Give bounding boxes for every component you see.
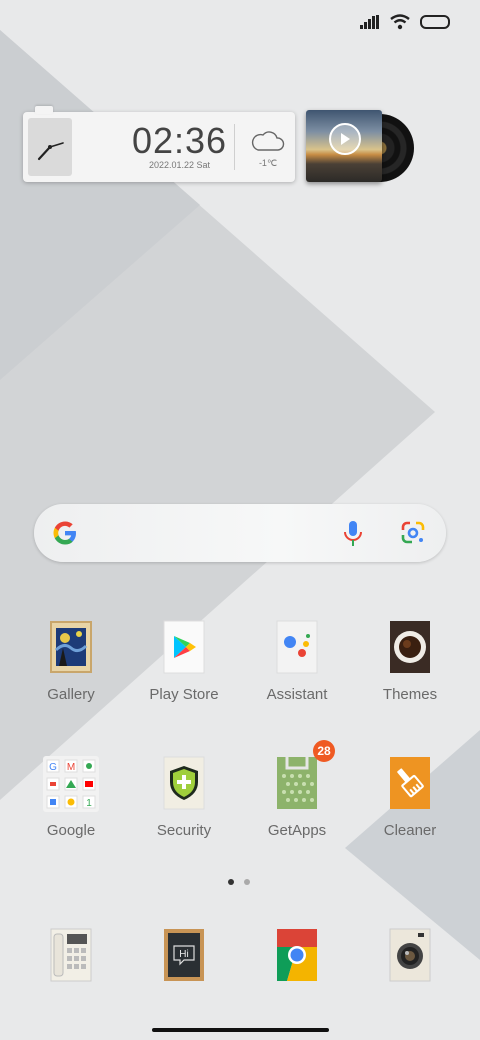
play-button[interactable] — [329, 123, 361, 155]
dock-messages[interactable]: Hi — [128, 928, 240, 982]
weather-temperature: -1℃ — [258, 158, 278, 168]
cloud-icon — [251, 131, 285, 151]
svg-text:M: M — [67, 762, 75, 773]
status-bar — [360, 14, 450, 30]
app-assistant[interactable]: Assistant — [241, 620, 353, 703]
app-label: Security — [156, 822, 212, 839]
play-store-icon — [162, 620, 206, 674]
app-label: Themes — [382, 686, 438, 703]
app-themes[interactable]: Themes — [354, 620, 466, 703]
messages-icon: Hi — [162, 928, 206, 982]
app-play-store[interactable]: Play Store — [128, 620, 240, 703]
music-widget[interactable] — [306, 110, 416, 186]
dock-phone[interactable] — [15, 928, 127, 982]
clock-time: 02:36 — [131, 120, 228, 161]
dock-camera[interactable] — [354, 928, 466, 982]
clock-widget-tab — [35, 106, 53, 114]
analog-clock — [28, 118, 72, 176]
widget-divider — [234, 124, 235, 170]
microphone-icon[interactable] — [343, 520, 363, 548]
app-label: Gallery — [47, 686, 95, 703]
google-search-bar[interactable] — [34, 504, 446, 562]
page-dot-1 — [228, 879, 234, 885]
chrome-icon — [275, 928, 319, 982]
cleaner-icon — [388, 756, 432, 810]
wifi-icon — [390, 14, 410, 30]
app-label: GetApps — [267, 822, 327, 839]
dock-chrome[interactable] — [241, 928, 353, 982]
album-art — [306, 110, 382, 182]
app-getapps[interactable]: 28 GetApps — [241, 740, 353, 839]
app-label: Google — [46, 822, 96, 839]
themes-icon — [388, 620, 432, 674]
getapps-icon: 28 — [275, 740, 335, 810]
battery-icon — [420, 15, 450, 29]
phone-icon — [49, 928, 93, 982]
gallery-icon — [49, 620, 93, 674]
app-label: Cleaner — [383, 822, 437, 839]
page-indicator — [228, 879, 250, 885]
app-cleaner[interactable]: Cleaner — [354, 756, 466, 839]
clock-date: 2022.01.22 Sat — [148, 160, 211, 170]
camera-icon — [388, 928, 432, 982]
clock-widget[interactable]: 02:36 2022.01.22 Sat -1℃ — [23, 106, 295, 182]
signal-icon — [360, 15, 379, 29]
app-security[interactable]: Security — [128, 756, 240, 839]
notification-badge: 28 — [313, 740, 335, 762]
home-indicator[interactable] — [152, 1028, 329, 1032]
google-lens-icon[interactable] — [400, 521, 426, 545]
app-label: Assistant — [266, 686, 328, 703]
svg-text:G: G — [49, 762, 57, 773]
app-google-folder[interactable]: G M 1 Google — [15, 756, 127, 839]
app-label: Play Store — [149, 686, 219, 703]
play-icon — [341, 133, 350, 145]
page-dot-2 — [244, 879, 250, 885]
assistant-icon — [275, 620, 319, 674]
app-gallery[interactable]: Gallery — [15, 620, 127, 703]
security-icon — [162, 756, 206, 810]
svg-text:1: 1 — [86, 798, 92, 809]
google-g-icon — [53, 521, 76, 545]
messages-icon-text: Hi — [179, 949, 188, 960]
google-folder-icon: G M 1 — [43, 756, 99, 812]
